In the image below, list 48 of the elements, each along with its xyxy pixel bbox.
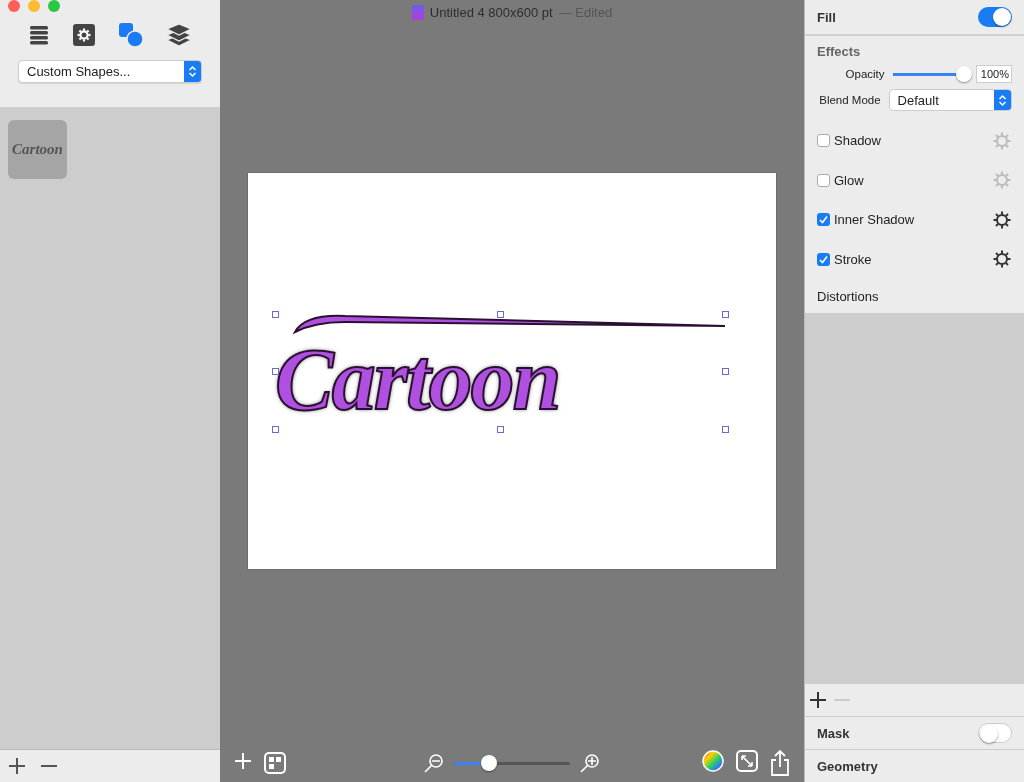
- opacity-label: Opacity: [844, 68, 885, 80]
- effect-checkbox[interactable]: Inner Shadow: [817, 212, 915, 228]
- selection-handle[interactable]: [497, 310, 504, 318]
- zoom-out-icon[interactable]: [424, 753, 444, 773]
- color-wheel-icon[interactable]: [702, 750, 724, 772]
- selection-handle[interactable]: [722, 310, 729, 318]
- document-icon: [411, 4, 424, 20]
- settings-icon[interactable]: [72, 23, 96, 47]
- zoom-slider[interactable]: [454, 755, 570, 771]
- share-icon[interactable]: [770, 750, 790, 776]
- selection-handle[interactable]: [497, 425, 504, 433]
- blend-mode-label: Blend Mode: [818, 94, 881, 106]
- updown-arrows-icon[interactable]: [188, 65, 197, 78]
- shapes-icon[interactable]: [118, 22, 144, 48]
- selection-handle[interactable]: [722, 425, 729, 433]
- effect-checkbox[interactable]: Glow: [817, 172, 864, 188]
- effect-checkbox[interactable]: Stroke: [817, 251, 872, 267]
- selection-handle[interactable]: [722, 368, 729, 375]
- selection-handle[interactable]: [272, 310, 279, 318]
- blend-mode-dropdown[interactable]: Default: [888, 89, 1012, 111]
- plus-icon[interactable]: [809, 691, 827, 709]
- gear-icon[interactable]: [992, 209, 1012, 230]
- selection-handle[interactable]: [272, 425, 279, 433]
- fill-label: Fill: [817, 9, 836, 25]
- list-icon[interactable]: [28, 24, 50, 46]
- toggle-switch[interactable]: [978, 7, 1012, 27]
- effects-heading: Effects: [816, 43, 862, 61]
- shapes-dropdown[interactable]: Custom Shapes...: [18, 60, 202, 83]
- checkmark-icon: [819, 215, 828, 225]
- cartoon-artwork[interactable]: Cartoon: [275, 335, 560, 424]
- geometry-heading: Geometry: [816, 757, 879, 776]
- plus-icon[interactable]: [8, 757, 26, 775]
- opacity-field[interactable]: 100%: [976, 65, 1012, 83]
- layers-icon[interactable]: [166, 23, 192, 47]
- toggle-switch[interactable]: [978, 723, 1012, 743]
- opacity-slider[interactable]: [892, 66, 969, 82]
- distortions-heading: Distortions: [816, 287, 880, 306]
- resize-icon[interactable]: [736, 750, 758, 772]
- mask-label: Mask: [817, 725, 850, 741]
- selection-handle[interactable]: [272, 368, 279, 375]
- updown-arrows-icon[interactable]: [998, 93, 1007, 107]
- window-title: Untitled 4 800x600 pt: [429, 4, 553, 20]
- effect-checkbox[interactable]: Shadow: [817, 133, 881, 149]
- close-button[interactable]: [8, 0, 20, 12]
- checkmark-icon: [819, 254, 828, 264]
- gear-icon[interactable]: [992, 249, 1012, 270]
- zoom-in-icon[interactable]: [580, 753, 600, 773]
- grid-icon[interactable]: [264, 752, 286, 774]
